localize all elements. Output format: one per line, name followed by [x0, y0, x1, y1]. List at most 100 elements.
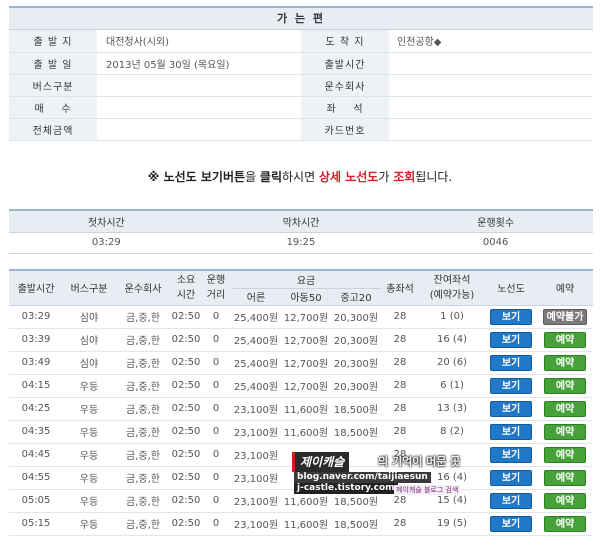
cell-child: 12,700원	[281, 328, 331, 352]
cell-company: 금,중,한	[115, 305, 171, 329]
table-row: 05:05 우등 금,중,한 02:50 0 23,100원 11,600원 18,500원 2…	[9, 489, 594, 513]
route-map-view-button[interactable]: 보기	[490, 377, 533, 394]
route-map-view-button[interactable]: 보기	[490, 354, 533, 371]
route-map-view-button[interactable]: 보기	[490, 423, 533, 440]
cell-seats: 28	[381, 305, 420, 329]
col-bus-type: 버스구분	[63, 270, 115, 306]
cell-time: 02:50	[171, 397, 201, 421]
cell-reserve: 예약	[537, 489, 594, 513]
cell-remain: 15 (4)	[419, 489, 486, 513]
trip-info-label: 전체금액	[9, 118, 97, 141]
reserve-button[interactable]: 예약	[544, 331, 587, 348]
cell-teen: 20,300원	[331, 374, 382, 398]
trip-info-value	[389, 96, 593, 119]
cell-time: 02:50	[171, 305, 201, 329]
cell-route: 보기	[485, 305, 538, 329]
cell-route: 보기	[485, 351, 538, 375]
cell-child: 11,600원	[281, 512, 331, 536]
reserve-button[interactable]: 예약	[544, 377, 587, 394]
cell-child: 11,600원	[281, 489, 331, 513]
cell-depart: 03:49	[9, 351, 63, 375]
reserve-button[interactable]: 예약	[544, 515, 587, 532]
bus-timetable: 출발시간 버스구분 운수회사 소요 시간 운행 거리 요금 총좌석 잔여좌석 (…	[9, 269, 594, 536]
notice-text-3: 가	[378, 170, 394, 184]
cell-reserve: 예약	[537, 512, 594, 536]
first-bus-time: 03:29	[9, 232, 204, 254]
trip-info-row: 매 수좌 석	[9, 96, 593, 119]
cell-bus: 우등	[63, 443, 115, 467]
table-row: 04:35 우등 금,중,한 02:50 0 23,100원 11,600원 18,500원 2…	[9, 420, 594, 444]
reserve-button[interactable]: 예약	[544, 423, 587, 440]
cell-remain: 6 (1)	[419, 374, 486, 398]
cell-remain: 8 (2)	[419, 420, 486, 444]
cell-time: 02:50	[171, 466, 201, 490]
header-last-bus: 막차시간	[203, 210, 399, 233]
route-map-view-button[interactable]: 보기	[490, 446, 533, 463]
cell-remain: 19 (5)	[419, 512, 486, 536]
cell-dist: 0	[201, 328, 231, 352]
cell-route: 보기	[485, 466, 538, 490]
cell-bus: 우등	[63, 466, 115, 490]
cell-route: 보기	[485, 328, 538, 352]
cell-company: 금,중,한	[115, 489, 171, 513]
reserve-button[interactable]: 예약	[544, 492, 587, 509]
cell-teen: 18,500원	[331, 512, 382, 536]
last-bus-time: 19:25	[203, 232, 399, 254]
trip-info-row: 출 발 지 대전청사(시외) 도 착 지 인천공항◆	[9, 30, 593, 53]
route-map-view-button[interactable]: 보기	[490, 515, 533, 532]
route-map-view-button[interactable]: 보기	[490, 492, 533, 509]
cell-depart: 04:55	[9, 466, 63, 490]
cell-time: 02:50	[171, 374, 201, 398]
trip-info-value: 대전청사(시외)	[97, 30, 301, 53]
cell-child: 11,600원	[281, 420, 331, 444]
cell-route: 보기	[485, 489, 538, 513]
reserve-button[interactable]: 예약	[544, 469, 587, 486]
cell-route: 보기	[485, 420, 538, 444]
trip-info-label: 매 수	[9, 96, 97, 119]
col-route-map: 노선도	[485, 270, 538, 306]
reserve-unavailable-button: 예약불가	[543, 308, 588, 325]
route-map-view-button[interactable]: 보기	[490, 469, 533, 486]
col-fare: 요금	[231, 270, 382, 289]
reserve-button[interactable]: 예약	[544, 400, 587, 417]
reserve-button[interactable]: 예약	[544, 354, 587, 371]
trip-info-label: 출발시간	[301, 52, 389, 75]
cell-depart: 04:25	[9, 397, 63, 421]
col-fare-adult: 어른	[231, 288, 281, 306]
cell-child: 12,700원	[281, 374, 331, 398]
trip-info-row: 전체금액 카드번호	[9, 118, 593, 141]
cell-teen: 20,300원	[331, 305, 382, 329]
cell-bus: 심야	[63, 305, 115, 329]
table-row: 04:25 우등 금,중,한 02:50 0 23,100원 11,600원 18,500원 2…	[9, 397, 594, 421]
notice-text-1: 을	[245, 170, 260, 184]
header-trip-count: 운행횟수	[398, 210, 593, 233]
cell-bus: 심야	[63, 328, 115, 352]
table-row: 05:15 우등 금,중,한 02:50 0 23,100원 11,600원 18,500원 2…	[9, 512, 594, 536]
cell-route: 보기	[485, 443, 538, 467]
col-total-seats: 총좌석	[381, 270, 420, 306]
route-map-view-button[interactable]: 보기	[490, 308, 533, 325]
cell-reserve: 예약	[537, 397, 594, 421]
cell-time: 02:50	[171, 420, 201, 444]
cell-seats: 28	[381, 397, 420, 421]
cell-teen: 18,500원	[331, 489, 382, 513]
trip-info-value	[97, 96, 301, 119]
route-map-view-button[interactable]: 보기	[490, 400, 533, 417]
cell-reserve: 예약	[537, 443, 594, 467]
cell-seats: 28	[381, 512, 420, 536]
cell-seats	[381, 466, 420, 490]
cell-time: 02:50	[171, 351, 201, 375]
trip-info-value	[97, 118, 301, 141]
notice-text-2: 하시면	[282, 170, 319, 184]
cell-reserve: 예약	[537, 328, 594, 352]
route-map-view-button[interactable]: 보기	[490, 331, 533, 348]
col-fare-child: 아동50	[281, 288, 331, 306]
trip-info-table: 출 발 지 대전청사(시외) 도 착 지 인천공항◆ 출 발 일 2013년 05월 30…	[9, 30, 593, 141]
notice-bold-2: 클릭	[259, 170, 283, 184]
reserve-button[interactable]: 예약	[544, 446, 587, 463]
cell-remain: 16 (4)	[419, 328, 486, 352]
cell-company: 금,중,한	[115, 512, 171, 536]
header-first-bus: 첫차시간	[9, 210, 204, 233]
route-map-notice: ※ 노선도 보기버튼을 클릭하시면 상세 노선도가 조회됩니다.	[0, 168, 600, 185]
cell-teen: 20,300원	[331, 328, 382, 352]
